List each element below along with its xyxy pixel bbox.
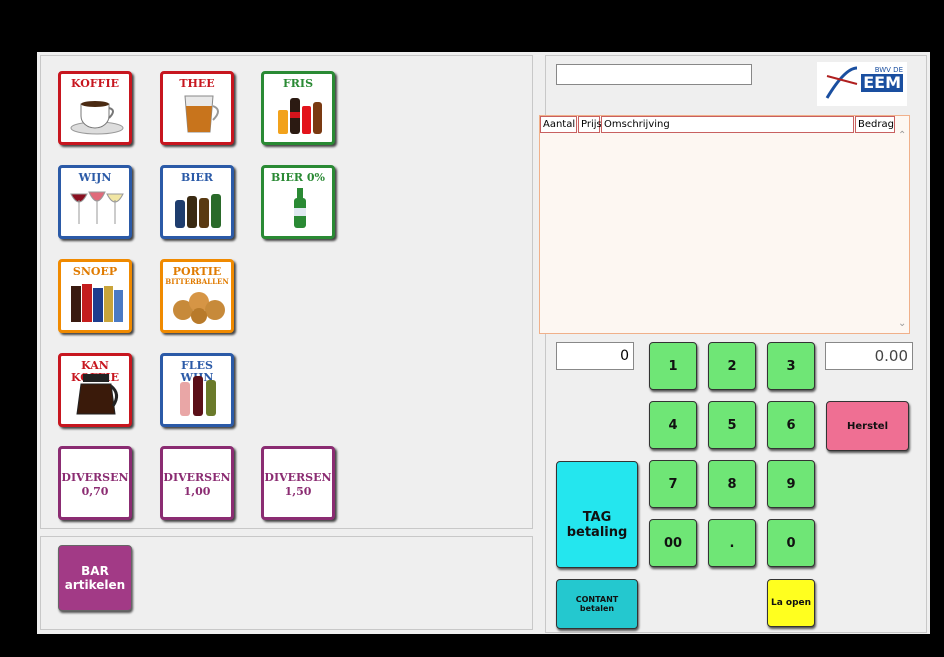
column-header-aantal[interactable]: Aantal <box>540 116 577 133</box>
contant-line1: CONTANT <box>575 595 619 604</box>
quantity-field[interactable]: 0 <box>556 342 634 370</box>
tile-diversen-070[interactable]: DIVERSEN 0,70 <box>58 446 132 520</box>
tile-label: BIER 0% <box>271 171 325 184</box>
coffee-pot-icon <box>76 374 118 415</box>
bitterballen-icon <box>173 292 225 324</box>
tile-sublabel: BITTERBALLEN <box>165 277 229 286</box>
key-00[interactable]: 00 <box>649 519 697 567</box>
tile-bier-0[interactable]: BIER 0% <box>261 165 335 239</box>
tile-thee[interactable]: THEE <box>160 71 234 145</box>
tile-label: SNOEP <box>72 265 118 278</box>
key-2[interactable]: 2 <box>708 342 756 390</box>
tile-diversen-100[interactable]: DIVERSEN 1,00 <box>160 446 234 520</box>
tile-diversen-150[interactable]: DIVERSEN 1,50 <box>261 446 335 520</box>
key-9[interactable]: 9 <box>767 460 815 508</box>
tile-price: 1,00 <box>183 485 211 498</box>
search-input[interactable] <box>556 64 752 85</box>
column-header-omschrijving[interactable]: Omschrijving <box>601 116 854 133</box>
contant-betalen-button[interactable]: CONTANT betalen <box>556 579 638 629</box>
wine-bottles-icon <box>180 376 216 416</box>
tag-line1: TAG <box>582 509 612 525</box>
tile-label: WIJN <box>78 171 112 184</box>
key-1[interactable]: 1 <box>649 342 697 390</box>
tile-label: KOFFIE <box>71 77 119 90</box>
tile-label: DIVERSEN <box>61 471 129 484</box>
key-8[interactable]: 8 <box>708 460 756 508</box>
bar-button-line1: BAR <box>81 564 109 578</box>
candy-bars-icon <box>71 284 123 322</box>
beer-bottles-icon <box>175 194 221 228</box>
logo-archer-icon <box>825 66 858 99</box>
tile-wijn[interactable]: WIJN <box>58 165 132 239</box>
scroll-down-icon[interactable]: ⌄ <box>898 318 906 329</box>
logo-main-text: EEM <box>861 73 903 92</box>
tile-bier[interactable]: BIER <box>160 165 234 239</box>
key-5[interactable]: 5 <box>708 401 756 449</box>
wine-glasses-icon <box>70 191 124 224</box>
tile-label: FRIS <box>282 77 314 90</box>
column-header-bedrag[interactable]: Bedrag <box>855 116 895 133</box>
tile-fles-wijn[interactable]: FLES WIJN <box>160 353 234 427</box>
scrollbar[interactable]: ⌃ ⌄ <box>895 116 909 333</box>
tag-betaling-button[interactable]: TAG betaling <box>556 461 638 568</box>
tile-label: DIVERSEN <box>264 471 332 484</box>
la-open-button[interactable]: La open <box>767 579 815 627</box>
tile-label: BIER <box>181 171 213 184</box>
key-3[interactable]: 3 <box>767 342 815 390</box>
order-list[interactable]: Aantal Prijs Omschrijving Bedrag ⌃ ⌄ <box>539 115 910 334</box>
tile-fris[interactable]: FRIS <box>261 71 335 145</box>
tile-price: 1,50 <box>284 485 312 498</box>
tag-line2: betaling <box>566 524 628 540</box>
pos-window: KOFFIE THEE FRIS WIJN BIER BIER 0% SNOEP… <box>37 52 930 634</box>
tile-label: THEE <box>179 77 215 90</box>
herstel-button[interactable]: Herstel <box>826 401 909 451</box>
tile-koffie[interactable]: KOFFIE <box>58 71 132 145</box>
key-4[interactable]: 4 <box>649 401 697 449</box>
tile-price: 0,70 <box>81 485 109 498</box>
key-decimal[interactable]: . <box>708 519 756 567</box>
tea-glass-icon <box>184 95 219 133</box>
key-0[interactable]: 0 <box>767 519 815 567</box>
bar-button-line2: artikelen <box>64 578 126 592</box>
column-header-prijs[interactable]: Prijs <box>578 116 602 133</box>
soda-bottles-icon <box>278 98 322 134</box>
contant-line2: betalen <box>579 604 615 613</box>
tile-label: DIVERSEN <box>163 471 231 484</box>
key-6[interactable]: 6 <box>767 401 815 449</box>
scroll-up-icon[interactable]: ⌃ <box>898 130 906 141</box>
tile-portie-bitterballen[interactable]: PORTIE BITTERBALLEN <box>160 259 234 333</box>
tile-snoep[interactable]: SNOEP <box>58 259 132 333</box>
logo: BWV DE EEM <box>817 62 907 106</box>
coffee-cup-icon <box>70 101 124 135</box>
amount-field[interactable]: 0.00 <box>825 342 913 370</box>
bar-artikelen-button[interactable]: BAR artikelen <box>58 545 132 611</box>
beer-bottle-icon <box>294 188 306 228</box>
key-7[interactable]: 7 <box>649 460 697 508</box>
tile-kan-koffie[interactable]: KAN KOFFIE <box>58 353 132 427</box>
